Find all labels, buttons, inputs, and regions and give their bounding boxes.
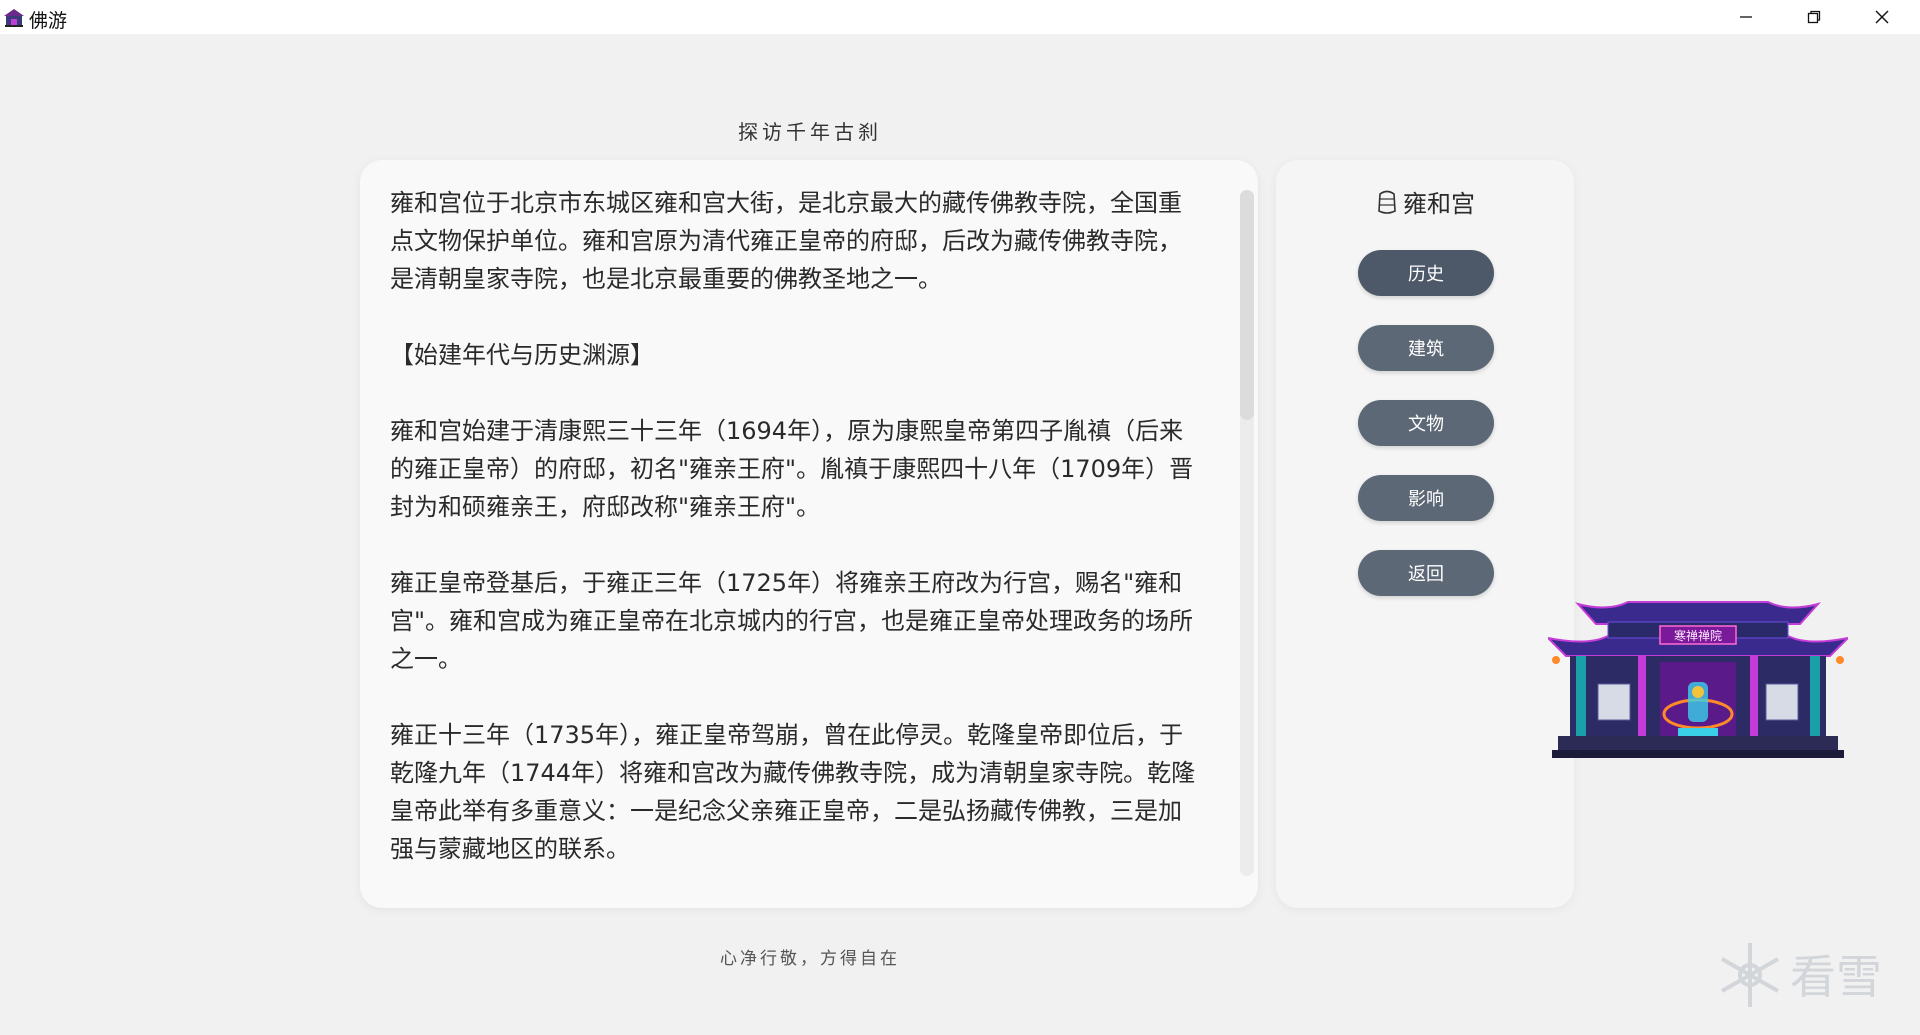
side-title: 雍和宫 — [1276, 184, 1574, 219]
content-paragraph: 雍和宫位于北京市东城区雍和宫大街，是北京最大的藏传佛教寺院，全国重点文物保护单位… — [390, 189, 1182, 293]
scrollbar-thumb[interactable] — [1240, 190, 1254, 420]
restore-button[interactable] — [1780, 0, 1848, 34]
history-button[interactable]: 历史 — [1358, 250, 1494, 296]
side-nav-card: 雍和宫 历史 建筑 文物 影响 返回 — [1276, 160, 1574, 908]
close-button[interactable] — [1848, 0, 1916, 34]
architecture-button[interactable]: 建筑 — [1358, 325, 1494, 371]
content-paragraph: 雍正皇帝登基后，于雍正三年（1725年）将雍亲王府改为行宫，赐名"雍和宫"。雍和… — [390, 569, 1194, 673]
minimize-button[interactable] — [1712, 0, 1780, 34]
restore-icon — [1807, 10, 1821, 24]
close-icon — [1875, 10, 1889, 24]
window-title: 佛游 — [29, 10, 68, 32]
title-bar: 佛游 — [0, 0, 1920, 34]
back-button[interactable]: 返回 — [1358, 550, 1494, 596]
content-scroll-area[interactable]: 雍和宫位于北京市东城区雍和宫大街，是北京最大的藏传佛教寺院，全国重点文物保护单位… — [390, 184, 1200, 884]
section-heading: 【始建年代与历史渊源】 — [390, 341, 654, 369]
page-heading: 探访千年古刹 — [738, 120, 882, 144]
side-title-label: 雍和宫 — [1403, 190, 1475, 218]
watermark-text: 看雪 — [1790, 950, 1882, 1004]
temple-icon — [4, 9, 24, 27]
watermark-logo: 看雪 — [1721, 943, 1882, 1007]
relics-button[interactable]: 文物 — [1358, 400, 1494, 446]
content-card: 雍和宫位于北京市东城区雍和宫大街，是北京最大的藏传佛教寺院，全国重点文物保护单位… — [360, 160, 1258, 908]
bell-icon — [1378, 190, 1396, 214]
scrollbar[interactable] — [1240, 190, 1254, 876]
minimize-icon — [1740, 16, 1752, 18]
content-paragraph: 雍正十三年（1735年），雍正皇帝驾崩，曾在此停灵。乾隆皇帝即位后，于乾隆九年（… — [390, 721, 1196, 863]
temple-sign-text: 寒禅禅院 — [1674, 628, 1722, 643]
app-window: 佛游 探访千年古刹 雍和宫位于北京市东城区雍和宫大街，是北京最大的藏传佛教寺院，… — [0, 0, 1920, 1035]
footer-caption: 心净行敬，方得自在 — [720, 949, 900, 969]
content-paragraph: 雍和宫始建于清康熙三十三年（1694年），原为康熙皇帝第四子胤禛（后来的雍正皇帝… — [390, 417, 1194, 521]
influence-button[interactable]: 影响 — [1358, 475, 1494, 521]
temple-illustration: 寒禅禅院 — [1548, 601, 1848, 758]
